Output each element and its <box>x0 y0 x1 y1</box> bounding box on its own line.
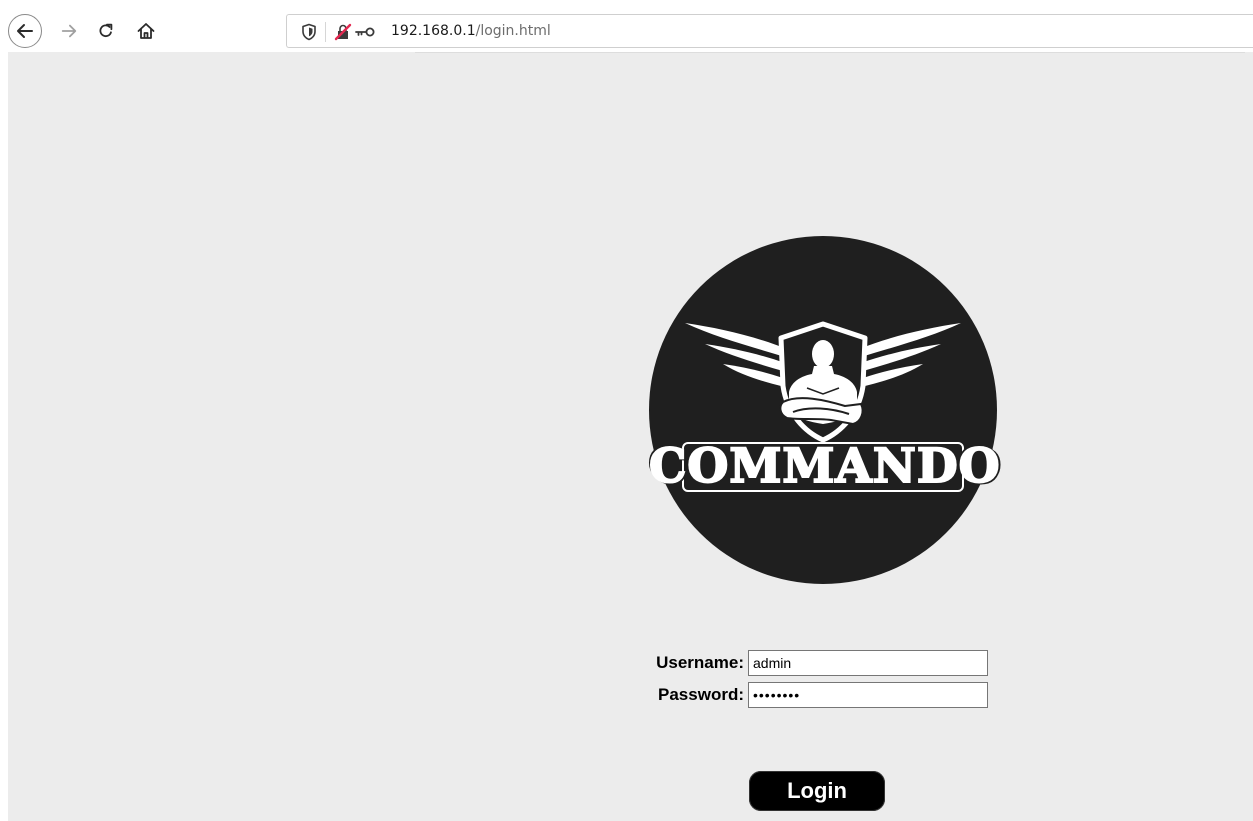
forward-button[interactable] <box>57 15 81 47</box>
username-input[interactable] <box>748 650 988 676</box>
url-path: /login.html <box>475 23 551 39</box>
home-icon <box>137 23 155 39</box>
page-content: COMMANDO Username: Password: Login <box>8 52 1253 821</box>
login-button[interactable]: Login <box>749 771 885 811</box>
back-arrow-icon <box>17 24 33 38</box>
logo-emblem <box>649 236 997 584</box>
reload-button[interactable] <box>94 15 118 47</box>
key-icon[interactable] <box>354 24 376 40</box>
content-divider <box>415 52 1245 53</box>
username-row: Username: <box>644 650 988 676</box>
password-label: Password: <box>658 685 744 704</box>
forward-arrow-icon <box>61 24 77 38</box>
tracking-protection-shield-icon[interactable] <box>301 23 317 41</box>
password-input[interactable] <box>748 682 988 708</box>
commando-logo: COMMANDO <box>648 236 1001 584</box>
browser-toolbar: 192.168.0.1/login.html <box>0 0 1253 52</box>
back-button[interactable] <box>8 14 42 48</box>
insecure-connection-icon[interactable] <box>334 23 352 41</box>
reload-icon <box>99 23 113 38</box>
brand-text: COMMANDO <box>648 438 1001 495</box>
url-host: 192.168.0.1 <box>391 23 476 39</box>
home-button[interactable] <box>133 15 159 47</box>
url-bar-separator <box>325 22 326 42</box>
password-row: Password: <box>644 682 988 708</box>
url-text[interactable]: 192.168.0.1/login.html <box>391 23 551 39</box>
username-label: Username: <box>656 653 744 672</box>
url-bar[interactable]: 192.168.0.1/login.html <box>286 14 1253 48</box>
